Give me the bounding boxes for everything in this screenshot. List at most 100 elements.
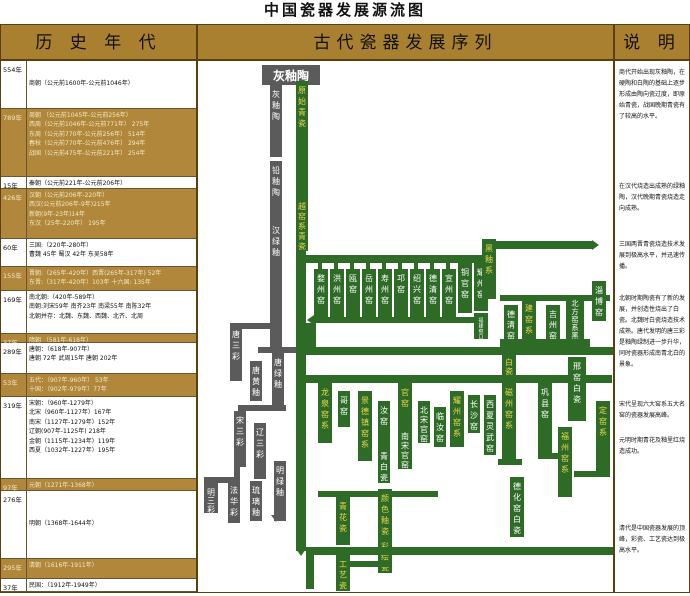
period-text: 晋朝:（265年-420年）西晋(265年-317年) 52年 <box>29 270 162 277</box>
flow-label-char: 釉 <box>272 176 280 186</box>
period-text: 北宋（960年-1127年）167年 <box>29 409 112 417</box>
flow-label-char: 州 <box>381 285 389 294</box>
period-text: 十国：（902年-979年）77年 <box>29 386 107 394</box>
flow-label-char: 瓷 <box>573 394 581 404</box>
flow-label-char: 沙 <box>470 411 478 420</box>
flow-label-char: 系 <box>485 265 493 275</box>
period-row: 276年 明朝（1368年-1644年） <box>1 491 196 559</box>
flow-label-char: 窑 <box>420 434 428 444</box>
period-text: 秦朝（公元前221年-公元前206年） <box>29 180 127 187</box>
flow-label-char: 三 <box>207 496 215 505</box>
flow-label-char: 镇 <box>361 417 369 427</box>
flow-label-char: 色 <box>381 504 389 514</box>
period-duration: 319年 <box>1 397 27 478</box>
notes-header: 说 明 <box>614 24 690 60</box>
flow-label-char: 景 <box>361 396 369 405</box>
flow-bar <box>398 263 402 269</box>
period-text: 南北朝:（420年-589年） <box>29 294 99 301</box>
period-row: 60年 三国:（220年-280年） 曹魏 45年 蜀汉 42年 东吴58年 <box>1 239 196 267</box>
flow-label-char: 官 <box>401 387 409 397</box>
flow-label-char: 绿 <box>274 369 282 378</box>
flow-label-char: 瓷 <box>339 523 347 533</box>
period-text: 宋朝：（960年-1279年） <box>29 400 97 407</box>
flow-label-char: 窑 <box>470 421 478 431</box>
flow-label-char: 窑 <box>573 372 581 382</box>
flow-bar <box>350 263 354 269</box>
notes-column: 商代开始出现灰釉陶，在硬陶和白陶的基础上逐步形成由陶向瓷过度，即原始青瓷，战国晚… <box>614 60 690 593</box>
flow-label-char: 窑 <box>445 295 453 305</box>
flow-label-char: 窑 <box>429 295 437 305</box>
flow-label-char: 系 <box>298 221 306 231</box>
flow-label-char: 德 <box>507 309 515 319</box>
flow-label-char: 颜 <box>381 493 389 503</box>
flow-bar <box>382 263 386 269</box>
flow-label-char: 建 <box>525 303 533 313</box>
flow-label-char: 始 <box>298 96 306 106</box>
flow-label-char: 博 <box>595 296 603 306</box>
flow-label-char: 越 <box>298 201 306 211</box>
flow-label-char: 泉 <box>321 398 329 408</box>
flow-label-char: 耀 <box>453 396 461 405</box>
flow-label-char: 邛 <box>397 274 405 283</box>
flow-label-char: 系 <box>321 420 329 430</box>
flow-label-char: 瓯 <box>349 274 357 283</box>
period-text: 辽朝(907年-1125年) 218年 <box>29 428 106 436</box>
flow-bar <box>446 263 450 269</box>
flow-label-char: 窑 <box>361 428 369 438</box>
period-text: 三国:（220年-280年） <box>29 242 93 249</box>
period-text: 东周（公元前770年-公元前256年） 514年 <box>29 130 146 138</box>
sequence-header: 古代瓷器发展序列 <box>197 24 614 60</box>
flow-label-char: 定 <box>599 405 607 415</box>
flow-label-char: 窑 <box>380 416 388 426</box>
flow-label-char: 兴 <box>413 285 421 294</box>
period-text: 唐朝 72年 武周15年 唐朝 202年 <box>29 355 118 363</box>
flow-label-char: 系 <box>453 428 461 438</box>
period-duration: 295年 <box>1 559 27 578</box>
period-text: 元朝（1271年-1368年） <box>29 482 98 489</box>
flow-arrowhead <box>296 549 306 556</box>
flow-label-char: 黑 <box>485 244 493 253</box>
flow-label-char: 青 <box>380 451 388 461</box>
period-text: 唐朝：（618年-907年） <box>29 346 94 353</box>
flow-label-char: 窑 <box>453 417 461 427</box>
period-text: 民国：（1912年-1949年） <box>29 582 101 589</box>
period-text: 汉朝（公元前206年-220年） <box>29 192 109 199</box>
flow-label-char: 青 <box>298 231 306 241</box>
flow-label-char: 州 <box>453 407 461 416</box>
flow-label-char: 窑 <box>549 330 557 340</box>
flow-label-char: 铅 <box>272 165 280 175</box>
period-row: 426年 汉朝（公元前206年-220年） 西汉(公元前206年-9年)215年 新朝… <box>1 189 196 239</box>
flow-label-char: 华 <box>230 496 238 506</box>
flow-label-char: 宋 <box>420 415 428 425</box>
flow-bar <box>366 263 370 269</box>
flow-label-char: 窑 <box>461 289 469 299</box>
flow-label-char: 窑 <box>525 314 533 324</box>
flow-label-char: 工 <box>339 560 347 569</box>
flow-label-char: 釉 <box>272 247 280 257</box>
flow-label-char: 婺 <box>317 273 325 283</box>
flow-label-char: 州 <box>549 321 557 330</box>
flow-label-char: 清 <box>429 284 437 294</box>
flow-bar <box>296 173 308 197</box>
flow-label-char: 窑 <box>397 284 405 294</box>
flow-label-char: 三 <box>236 427 244 436</box>
flow-label-char: 釉 <box>276 487 284 497</box>
flow-label-char: 原 <box>298 86 306 95</box>
period-duration: 289年 <box>1 343 27 373</box>
flow-bar <box>306 347 616 355</box>
flow-label-char: 窑 <box>401 460 409 470</box>
period-text: 春秋（公元前770年-公元前476年） 294年 <box>29 140 146 148</box>
flow-label-char: 绿 <box>272 237 280 246</box>
flow-label-char: 州 <box>333 285 341 294</box>
period-duration: 60年 <box>1 239 27 266</box>
flow-label-char: 釉 <box>485 254 493 264</box>
period-text: 东晋:（317年-420年）103年 十六国: 135年 <box>29 279 151 287</box>
flow-label-char: 釉 <box>274 379 282 389</box>
flow-label-char: 窑 <box>507 330 515 340</box>
flow-label-char: 明 <box>207 488 215 497</box>
period-text: 北朝并存：北魏、东魏、西魏、北齐、北周 <box>29 312 144 320</box>
flow-label-char: 长 <box>470 399 478 409</box>
flow-bar <box>574 471 610 477</box>
flow-label-char: 汉 <box>272 226 280 235</box>
flow-label-char: 窑 <box>541 409 549 419</box>
